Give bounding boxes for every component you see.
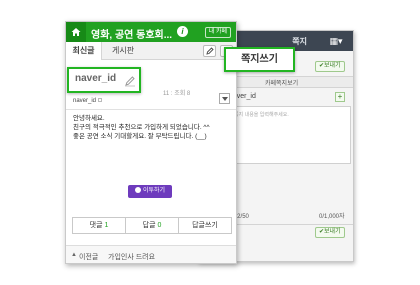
like-label: 이투하기 — [142, 188, 166, 194]
tab-board[interactable]: 게시판 — [112, 42, 134, 60]
write-note-callout: 쪽지쓰기 — [224, 47, 295, 72]
write-note-icon — [125, 76, 135, 87]
reply-label: 답글 — [142, 222, 156, 229]
post-body-line: 안녕하세요. — [73, 115, 105, 122]
cafe-header: 영화, 공연 동호회... i 내 카페 — [66, 22, 236, 42]
like-button[interactable]: 이투하기 — [128, 185, 172, 198]
previous-post-link[interactable]: ▲ 이전글 가입인사 드려요 — [66, 245, 236, 263]
cafe-title[interactable]: 영화, 공연 동호회... — [91, 26, 172, 41]
like-icon — [134, 187, 141, 193]
post-meta: 11 : 조회 8 — [163, 91, 191, 97]
send-label: 보내기 — [324, 63, 341, 69]
callout-user-id: naver_id — [75, 73, 117, 84]
article-screen: 영화, 공연 동호회... i 내 카페 최신글 게시판 11 : 조회 8 n… — [65, 21, 237, 264]
comment-label: 댓글 — [89, 222, 103, 229]
post-body-line: 좋은 공연 소식 기대할게요. 잘 부탁드립니다. (__) — [73, 133, 207, 140]
reply-button[interactable]: 답글 0 — [126, 218, 179, 233]
message-placeholder: 쪽지 내용을 입력해주세요. — [234, 112, 289, 118]
write-button[interactable] — [203, 45, 216, 57]
previous-post-title: 가입인사 드려요 — [108, 254, 156, 261]
grid-icon[interactable]: ▦▾ — [327, 35, 345, 47]
reply-count: 0 — [157, 222, 162, 229]
user-id-callout: naver_id — [67, 67, 141, 93]
chevron-up-icon: ▲ — [71, 252, 77, 258]
comment-button[interactable]: 댓글 1 — [73, 218, 126, 233]
article-tabs: 최신글 게시판 — [66, 42, 236, 60]
previous-post-label: 이전글 — [79, 254, 99, 261]
home-icon — [71, 28, 81, 36]
pencil-icon — [206, 47, 214, 55]
comment-bar: 댓글 1 답글 0 답글쓰기 — [72, 217, 232, 234]
compose-tab-cafe-messages[interactable]: 카페쪽지보기 — [265, 78, 298, 87]
comment-count: 1 — [104, 222, 109, 229]
send-button-bottom[interactable]: ✔보내기 — [315, 227, 345, 238]
write-reply-label: 답글쓰기 — [192, 222, 218, 229]
home-button[interactable] — [66, 22, 86, 42]
tab-latest[interactable]: 최신글 — [66, 42, 102, 60]
message-textarea[interactable]: 쪽지 내용을 입력해주세요. — [229, 106, 351, 164]
post-author-name: naver_id — [73, 98, 97, 104]
send-label: 보내기 — [324, 229, 341, 235]
char-count: 0/1,000자 — [319, 214, 345, 220]
send-button-top[interactable]: ✔보내기 — [315, 61, 345, 72]
post-body: 안녕하세요. 친구의 적극적인 추천으로 가입하게 되었습니다. ^^ 좋은 공… — [73, 114, 233, 141]
info-icon[interactable]: i — [177, 26, 188, 37]
write-reply-button[interactable]: 답글쓰기 — [179, 218, 231, 233]
post-author[interactable]: naver_id — [73, 98, 103, 104]
post-body-line: 친구의 적극적인 추천으로 가입하게 되었습니다. ^^ — [73, 124, 210, 131]
compose-title: 쪽지 — [292, 37, 307, 46]
post-menu-dropdown[interactable] — [219, 93, 230, 104]
my-cafe-button[interactable]: 내 카페 — [204, 27, 231, 38]
plus-icon[interactable]: + — [335, 92, 345, 102]
divider — [66, 109, 236, 110]
author-badge-icon — [98, 98, 103, 102]
